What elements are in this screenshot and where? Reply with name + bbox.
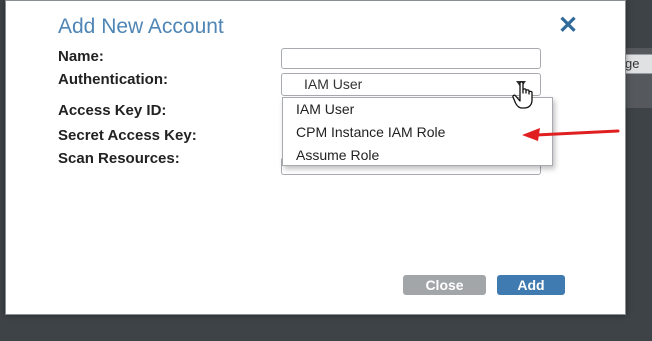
dialog-title: Add New Account [58, 15, 224, 38]
authentication-select[interactable]: IAM User [281, 73, 541, 96]
dropdown-option-cpm-instance-iam-role[interactable]: CPM Instance IAM Role [283, 121, 552, 144]
close-icon[interactable]: ✕ [556, 14, 580, 39]
add-button[interactable]: Add [497, 275, 565, 295]
dropdown-option-assume-role[interactable]: Assume Role [283, 144, 552, 167]
hand-cursor-icon [512, 81, 533, 109]
authentication-label: Authentication: [58, 71, 168, 88]
add-account-dialog: Add New Account ✕ Name: Authentication: … [5, 0, 626, 315]
background-button-fragment: ge [622, 54, 652, 74]
secret-access-key-label: Secret Access Key: [58, 127, 197, 144]
access-key-id-label: Access Key ID: [58, 102, 167, 119]
annotation-arrow-icon [522, 128, 620, 141]
scan-resources-label: Scan Resources: [58, 150, 180, 167]
close-button[interactable]: Close [403, 275, 486, 295]
name-label: Name: [58, 48, 104, 65]
name-field[interactable] [281, 48, 541, 69]
authentication-selected-value: IAM User [304, 76, 363, 92]
